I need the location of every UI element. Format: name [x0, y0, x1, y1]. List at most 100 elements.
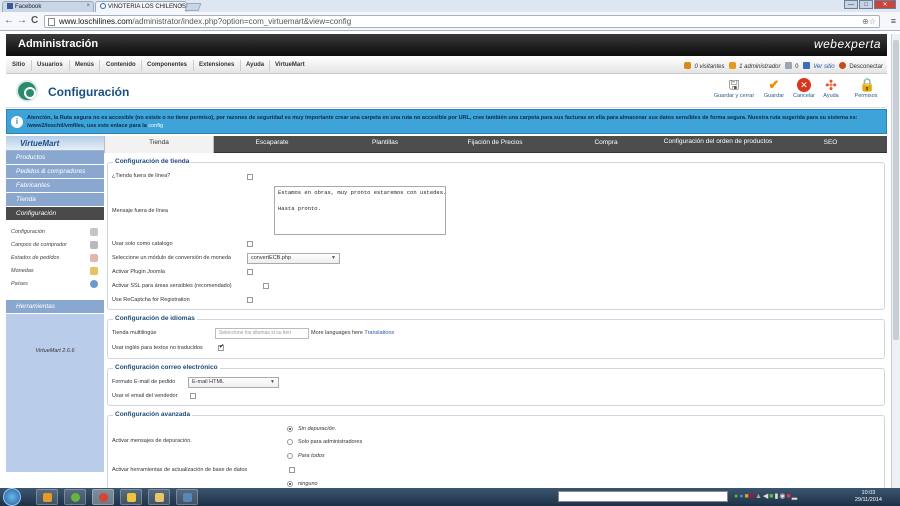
menu-extensiones[interactable]: Extensiones	[199, 62, 234, 68]
browser-tab-vinoteria[interactable]: VINOTERIA LOS CHILENOS ×	[95, 1, 187, 12]
browser-menu-icon[interactable]: ≡	[891, 16, 896, 26]
menu-virtuemart[interactable]: VirtueMart	[275, 62, 305, 68]
tab-compra[interactable]: Compra	[550, 136, 662, 153]
menu-contenido[interactable]: Contenido	[106, 62, 136, 68]
next-option-radio[interactable]	[287, 481, 293, 487]
view-site-icon	[803, 62, 811, 69]
permissions-button[interactable]: 🔒 Permisos	[851, 78, 881, 100]
sidebar-item-campos-comprador[interactable]: Campos de comprador	[6, 239, 104, 252]
email-config-legend: Configuración correo electrónico	[113, 364, 220, 371]
tab-fijacion-precios[interactable]: Fijación de Precios	[440, 136, 550, 153]
reload-button[interactable]: C	[31, 15, 38, 27]
translations-link[interactable]: Translations	[364, 330, 394, 336]
tab-tienda[interactable]: Tienda	[104, 136, 214, 153]
menu-componentes[interactable]: Componentes	[147, 62, 187, 68]
tab-seo[interactable]: SEO	[774, 136, 887, 153]
sidebar-item-configuracion[interactable]: Configuración	[6, 226, 104, 239]
logout-icon	[839, 62, 847, 69]
security-notice: i Atención, la Ruta segura no es accesib…	[6, 109, 887, 134]
joomla-plugin-checkbox[interactable]	[247, 269, 253, 275]
start-button[interactable]	[3, 488, 21, 506]
languages-input[interactable]: Seleccione los idiomas si su tien	[215, 328, 309, 339]
menu-separator	[141, 60, 142, 71]
config-link[interactable]: config	[148, 123, 163, 129]
sidebar-group-tienda[interactable]: Tienda	[6, 193, 104, 207]
vendor-email-checkbox[interactable]	[190, 393, 196, 399]
page-scrollbar[interactable]	[891, 34, 900, 488]
sidebar-version-panel: VirtueMart 2.6.6	[6, 314, 104, 472]
tab-orden-productos[interactable]: Configuración del orden de productos	[662, 136, 774, 153]
back-button[interactable]: ←	[4, 15, 14, 27]
update-tools-checkbox[interactable]	[289, 467, 295, 473]
email-format-select[interactable]: E-mail HTML ▼	[188, 377, 279, 388]
offline-message-textarea[interactable]: Estamos en obras, muy pronto estaremos c…	[274, 186, 446, 235]
recaptcha-label: Use ReCaptcha for Registration	[112, 297, 190, 303]
sidebar-group-fabricantes[interactable]: Fabricantes	[6, 179, 104, 193]
status-area: 0 visitantes 1 administrador 0 Ver sitio…	[681, 62, 883, 70]
sidebar-group-configuracion[interactable]: Configuración	[6, 207, 104, 221]
address-bar[interactable]: www.loschilines.com/administrator/index.…	[44, 15, 880, 28]
tab-plantillas[interactable]: Plantillas	[330, 136, 440, 153]
cancel-button[interactable]: ✕ Cancelar	[790, 78, 818, 99]
taskbar-media-player[interactable]	[36, 489, 58, 505]
debug-admin-radio[interactable]	[287, 439, 293, 445]
tab-escaparate[interactable]: Escaparate	[214, 136, 330, 153]
sidebar-group-herramientas[interactable]: Herramientas	[6, 300, 104, 314]
recaptcha-checkbox[interactable]	[247, 297, 253, 303]
configuration-icon	[16, 80, 38, 102]
maximize-button[interactable]: □	[859, 0, 873, 9]
debug-all-radio[interactable]	[287, 453, 293, 459]
sidebar: VirtueMart Productos Pedidos & comprador…	[6, 136, 104, 488]
english-fallback-label: Usar inglés para textos no traducidos	[112, 345, 203, 351]
taskbar-chrome[interactable]	[92, 489, 114, 505]
user-fields-icon	[90, 241, 98, 249]
new-tab-button[interactable]	[184, 3, 202, 11]
save-close-icon: 🖫	[728, 77, 740, 92]
offline-label: ¿Tienda fuera de línea?	[112, 173, 171, 179]
bookmark-star-icon[interactable]: ⊕☆	[862, 16, 876, 27]
close-tab-icon[interactable]: ×	[86, 3, 90, 9]
info-icon: i	[11, 116, 23, 128]
menu-separator	[240, 60, 241, 71]
offline-checkbox[interactable]	[247, 174, 253, 180]
sidebar-group-pedidos[interactable]: Pedidos & compradores	[6, 165, 104, 179]
browser-tabbar: Facebook × VINOTERIA LOS CHILENOS × — □ …	[0, 0, 900, 12]
help-button[interactable]: ✣ Ayuda	[819, 78, 843, 99]
save-close-button[interactable]: 🖫 Guardar y cerrar	[712, 77, 756, 100]
sidebar-item-estados-pedidos[interactable]: Estados de pedidos	[6, 252, 104, 265]
admin-users-icon	[729, 62, 737, 69]
minimize-button[interactable]: —	[844, 0, 858, 9]
catalog-only-checkbox[interactable]	[247, 241, 253, 247]
taskbar-explorer[interactable]	[148, 489, 170, 505]
sidebar-item-monedas[interactable]: Monedas	[6, 265, 104, 278]
config-content: Configuración de tienda ¿Tienda fuera de…	[104, 153, 887, 488]
sidebar-item-paises[interactable]: Países	[6, 278, 104, 291]
close-window-button[interactable]: ✕	[874, 0, 896, 9]
system-tray: ●●■■▲◀■▮◉■▂	[734, 493, 799, 500]
menu-ayuda[interactable]: Ayuda	[246, 62, 264, 68]
view-site-link[interactable]: Ver sitio	[813, 64, 834, 70]
menu-usuarios[interactable]: Usuarios	[37, 62, 63, 68]
tools-icon	[90, 228, 98, 236]
save-button[interactable]: ✔ Guardar	[760, 78, 788, 100]
forward-button[interactable]: →	[17, 15, 27, 27]
taskbar-app[interactable]	[176, 489, 198, 505]
browser-tab-facebook[interactable]: Facebook ×	[2, 1, 94, 12]
menu-menus[interactable]: Menús	[75, 62, 94, 68]
debug-none-radio[interactable]	[287, 426, 293, 432]
menu-sitio[interactable]: Sitio	[12, 62, 25, 68]
taskbar-clock[interactable]: 10:03 29/11/2014	[855, 490, 882, 504]
english-fallback-checkbox[interactable]	[218, 343, 224, 351]
logout-link[interactable]: Desconectar	[849, 64, 883, 70]
taskbar-mail[interactable]	[120, 489, 142, 505]
currency-module-select[interactable]: convertECB.php ▼	[247, 253, 340, 264]
facebook-icon	[7, 3, 13, 9]
close-tab-icon[interactable]: ×	[179, 3, 183, 9]
ssl-checkbox[interactable]	[263, 283, 269, 289]
scrollbar-thumb[interactable]	[893, 40, 899, 340]
taskbar-search-box[interactable]	[558, 491, 728, 502]
taskbar-spotify[interactable]	[64, 489, 86, 505]
globe-icon	[90, 280, 98, 288]
visitors-icon	[684, 62, 692, 69]
sidebar-group-productos[interactable]: Productos	[6, 151, 104, 165]
